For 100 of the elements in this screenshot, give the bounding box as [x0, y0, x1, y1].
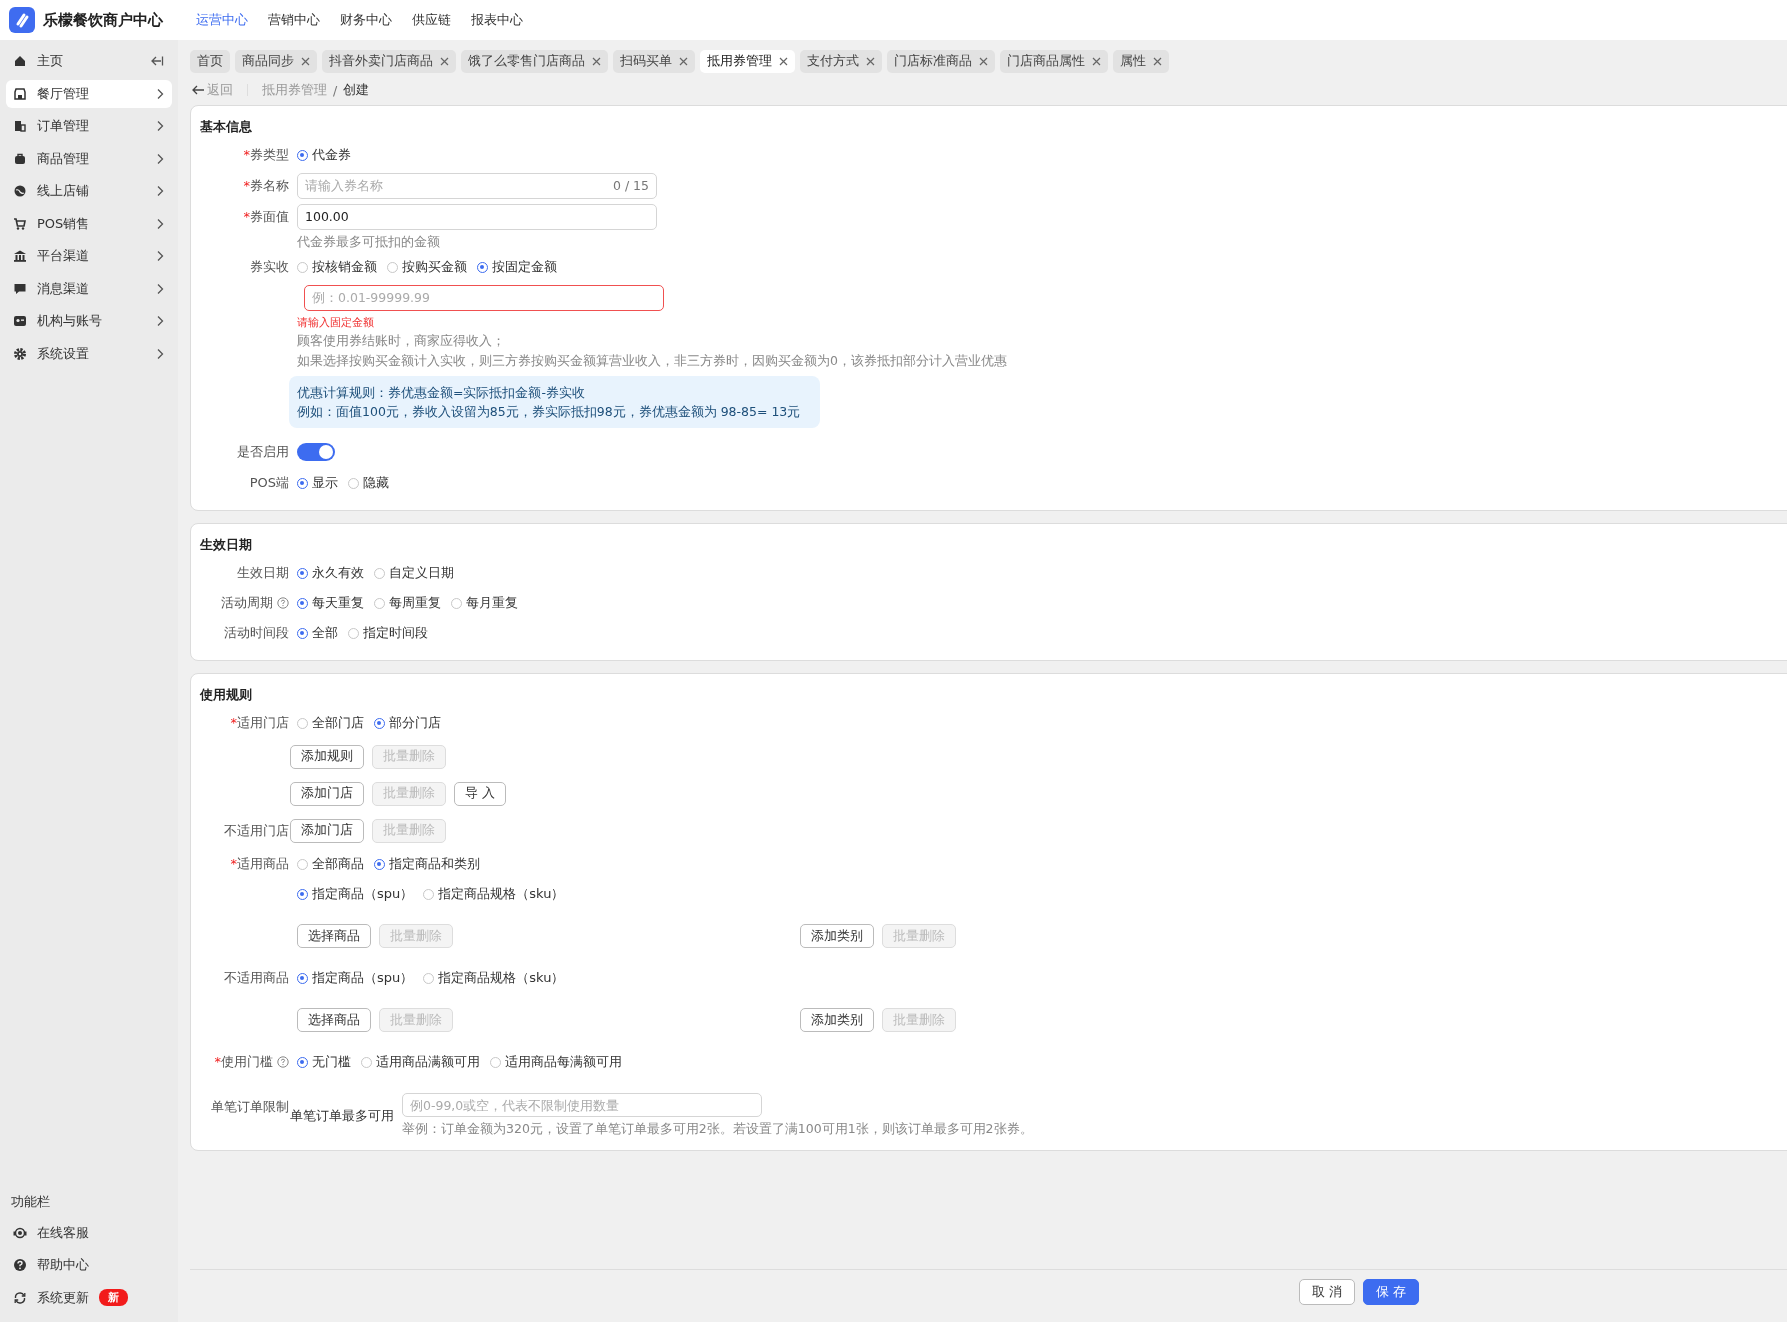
radio-button[interactable]	[297, 261, 308, 273]
radio-button[interactable]	[297, 567, 308, 579]
hint-text: 举例：订单金额为320元，设置了单笔订单最多可用2张。若设置了满100可用1张，则该订单最多可用2张券。	[402, 1121, 1033, 1138]
radio-option[interactable]: 指定商品和类别	[374, 855, 480, 873]
radio-button[interactable]	[374, 567, 385, 579]
page-tab[interactable]: 商品同步	[235, 50, 317, 73]
field-label: *使用门槛	[214, 1053, 273, 1071]
radio-option[interactable]: 显示	[297, 474, 338, 492]
radio-button[interactable]	[297, 477, 308, 489]
page-tab[interactable]: 门店商品属性	[1000, 50, 1108, 73]
radio-option[interactable]: 按购买金额	[387, 258, 467, 276]
sidebar-item[interactable]: 在线客服	[6, 1218, 172, 1247]
radio-option[interactable]: 指定商品规格（sku）	[423, 969, 565, 987]
action-button[interactable]: 添加门店	[290, 818, 364, 843]
action-button[interactable]: 导 入	[454, 781, 506, 806]
radio-button[interactable]	[297, 858, 308, 870]
page-tab[interactable]: 首页	[190, 50, 230, 73]
section-title: 生效日期	[199, 536, 253, 554]
radio-option[interactable]: 适用商品满额可用	[361, 1053, 480, 1071]
nav-tab[interactable]: 供应链	[412, 11, 451, 29]
sidebar-item[interactable]: 系统更新 新	[6, 1283, 172, 1312]
radio-button[interactable]	[297, 627, 308, 639]
radio-button[interactable]	[490, 1056, 501, 1068]
radio-button[interactable]	[387, 261, 398, 273]
sidebar-item[interactable]: 主页	[6, 47, 172, 76]
radio-button[interactable]	[297, 972, 308, 984]
nav-tab[interactable]: 财务中心	[340, 11, 392, 29]
radio-option[interactable]: 指定时间段	[348, 624, 428, 642]
sidebar-item[interactable]: 订单管理	[6, 112, 172, 141]
sidebar-item[interactable]: 机构与账号	[6, 307, 172, 336]
action-button[interactable]: 添加类别	[800, 924, 874, 948]
radio-button[interactable]	[297, 717, 308, 729]
action-button[interactable]: 添加规则	[290, 744, 364, 769]
radio-option[interactable]: 指定商品（spu）	[297, 969, 414, 987]
page-tab[interactable]: 抖音外卖门店商品	[322, 50, 456, 73]
sidebar-item[interactable]: 帮助中心	[6, 1251, 172, 1280]
radio-button[interactable]	[348, 627, 359, 639]
id-card-icon	[13, 314, 27, 329]
radio-option[interactable]: 部分门店	[374, 714, 441, 732]
page-tab[interactable]: 门店标准商品	[887, 50, 995, 73]
page-tab[interactable]: 支付方式	[800, 50, 882, 73]
radio-option[interactable]: 永久有效	[297, 564, 364, 582]
radio-button[interactable]	[297, 1056, 308, 1068]
sidebar-item[interactable]: 餐厅管理	[6, 79, 172, 108]
radio-button[interactable]	[374, 597, 385, 609]
radio-option[interactable]: 指定商品规格（sku）	[423, 885, 565, 903]
nav-tab[interactable]: 营销中心	[268, 11, 320, 29]
field-label: 生效日期	[237, 564, 289, 582]
nav-tab[interactable]: 报表中心	[471, 11, 523, 29]
page-tab[interactable]: 抵用券管理	[700, 50, 795, 73]
radio-option[interactable]: 全部	[297, 624, 338, 642]
settings-icon	[13, 346, 27, 361]
radio-button[interactable]	[451, 597, 462, 609]
sidebar-item[interactable]: 系统设置	[6, 339, 172, 368]
radio-button[interactable]	[423, 972, 435, 984]
radio-option[interactable]: 按固定金额	[477, 258, 557, 276]
sidebar-item[interactable]: 平台渠道	[6, 242, 172, 271]
radio-button[interactable]	[374, 858, 385, 870]
sidebar-item[interactable]: 线上店铺	[6, 177, 172, 206]
radio-option[interactable]: 按核销金额	[297, 258, 377, 276]
radio-button[interactable]	[297, 597, 308, 609]
radio-button[interactable]	[297, 888, 308, 900]
radio-option[interactable]: 适用商品每满额可用	[490, 1053, 622, 1071]
text-input[interactable]: 请输入券名称	[305, 173, 607, 198]
radio-option[interactable]: 每天重复	[297, 594, 364, 612]
radio-option[interactable]: 每月重复	[451, 594, 518, 612]
field-label: POS端	[249, 474, 289, 492]
nav-tab[interactable]: 运营中心	[196, 11, 248, 29]
radio-option[interactable]: 每周重复	[374, 594, 441, 612]
radio-option[interactable]: 全部门店	[297, 714, 364, 732]
field-label: 单笔订单最多可用	[290, 1106, 394, 1125]
radio-option[interactable]: 全部商品	[297, 855, 364, 873]
sidebar-item[interactable]: 商品管理	[6, 144, 172, 173]
page-tab[interactable]: 扫码买单	[613, 50, 695, 73]
radio-option[interactable]: 无门槛	[297, 1053, 351, 1071]
radio-button[interactable]	[361, 1056, 372, 1068]
action-button[interactable]: 添加类别	[800, 1008, 874, 1032]
radio-option[interactable]: 自定义日期	[374, 564, 454, 582]
field-label: *适用商品	[230, 855, 289, 873]
save-button[interactable]: 保 存	[1363, 1279, 1419, 1305]
input-field[interactable]: 请输入券名称 0 / 15	[297, 172, 657, 199]
action-button[interactable]: 选择商品	[297, 924, 371, 948]
radio-button[interactable]	[297, 149, 308, 161]
page-tab[interactable]: 饿了么零售门店商品	[461, 50, 608, 73]
sidebar-item[interactable]: POS销售	[6, 209, 172, 238]
radio-button[interactable]	[477, 261, 488, 273]
field-label: 活动周期	[221, 594, 273, 612]
action-button[interactable]: 添加门店	[290, 781, 364, 806]
toggle-switch[interactable]	[297, 443, 335, 461]
field-label: 不适用门店	[224, 821, 289, 840]
radio-button[interactable]	[374, 717, 385, 729]
sidebar-item[interactable]: 消息渠道	[6, 274, 172, 303]
page-tab[interactable]: 属性	[1113, 50, 1169, 73]
action-button[interactable]: 选择商品	[297, 1008, 371, 1032]
radio-button[interactable]	[423, 888, 435, 900]
radio-option[interactable]: 指定商品（spu）	[297, 885, 414, 903]
radio-button[interactable]	[348, 477, 359, 489]
cancel-button[interactable]: 取 消	[1299, 1279, 1355, 1305]
radio-option[interactable]: 代金券	[297, 146, 351, 164]
radio-option[interactable]: 隐藏	[348, 474, 389, 492]
